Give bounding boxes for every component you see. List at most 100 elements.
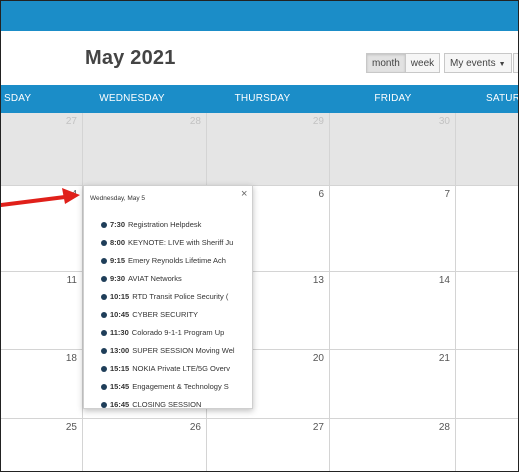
- event-item[interactable]: 9:30 AVIAT Networks: [101, 270, 252, 288]
- event-item[interactable]: 15:15 NOKIA Private LTE/5G Overv: [101, 360, 252, 378]
- day-cell[interactable]: 28: [330, 419, 456, 471]
- event-time: 13:00: [110, 346, 130, 355]
- day-cell[interactable]: 30: [330, 113, 456, 186]
- day-number: 30: [438, 116, 450, 127]
- top-bar: [1, 1, 518, 31]
- day-cell[interactable]: 21: [330, 350, 456, 419]
- calendar-app: May 2021 month week My events ▼ SDAY WEDN…: [0, 0, 519, 472]
- event-title: AVIAT Networks: [128, 274, 182, 283]
- event-dot-icon: [101, 239, 107, 246]
- event-item[interactable]: 10:15 RTD Transit Police Security (: [101, 288, 252, 306]
- week-row: 11 13 14: [1, 272, 518, 350]
- day-number: 27: [312, 422, 324, 433]
- day-number: 11: [66, 275, 77, 286]
- event-time: 15:45: [110, 382, 130, 391]
- day-cell[interactable]: 28: [83, 113, 207, 186]
- event-item[interactable]: 7:30 Registration Helpdesk: [101, 216, 252, 234]
- day-number: 7: [444, 189, 450, 200]
- event-dot-icon: [101, 329, 107, 336]
- week-view-button[interactable]: week: [405, 53, 441, 73]
- event-dot-icon: [101, 401, 107, 408]
- weekday-wednesday: WEDNESDAY: [99, 93, 165, 104]
- day-number: 18: [65, 353, 77, 364]
- event-dot-icon: [101, 365, 107, 372]
- day-number: 29: [312, 116, 324, 127]
- event-dot-icon: [101, 257, 107, 264]
- event-item[interactable]: 16:45 CLOSING SESSION: [101, 396, 252, 409]
- event-list: 7:30 Registration Helpdesk 8:00 KEYNOTE: L…: [101, 216, 252, 409]
- event-title: Registration Helpdesk: [128, 220, 202, 229]
- day-number: 26: [189, 422, 201, 433]
- event-time: 15:15: [110, 364, 130, 373]
- event-dot-icon: [101, 383, 107, 390]
- event-title: CYBER SECURITY: [132, 310, 199, 319]
- day-cell[interactable]: 27: [1, 113, 83, 186]
- month-title: May 2021: [85, 47, 176, 69]
- day-number: 14: [438, 275, 450, 286]
- event-time: 16:45: [110, 400, 130, 409]
- caret-down-icon: ▼: [498, 61, 506, 68]
- weekday-header: SDAY WEDNESDAY THURSDAY FRIDAY SATUR: [1, 85, 518, 113]
- day-cell[interactable]: 11: [1, 272, 83, 350]
- day-number: 20: [312, 353, 324, 364]
- day-number: 27: [65, 116, 77, 127]
- event-time: 8:00: [110, 238, 126, 247]
- event-item[interactable]: 10:45 CYBER SECURITY: [101, 306, 252, 324]
- my-events-label: My events: [450, 58, 496, 69]
- my-events-dropdown[interactable]: My events ▼: [444, 53, 512, 73]
- day-cell[interactable]: [456, 350, 518, 419]
- day-events-popover: Wednesday, May 5 × 7:30 Registration Help…: [83, 185, 253, 409]
- red-arrow-icon: [1, 188, 80, 207]
- event-time: 11:30: [110, 328, 129, 337]
- event-item[interactable]: 11:30 Colorado 9-1-1 Program Up: [101, 324, 252, 342]
- day-number: 6: [318, 189, 324, 200]
- toolbar-button-partial[interactable]: [513, 53, 518, 73]
- week-row: 27 28 29 30: [1, 113, 518, 186]
- month-view-button[interactable]: month: [366, 53, 406, 73]
- event-dot-icon: [101, 311, 107, 318]
- weekday-thursday: THURSDAY: [234, 93, 291, 104]
- day-cell[interactable]: [456, 113, 518, 186]
- event-title: RTD Transit Police Security (: [132, 292, 229, 301]
- view-switcher: month week: [366, 53, 441, 73]
- close-icon[interactable]: ×: [241, 189, 247, 200]
- event-title: Engagement & Technology S: [132, 382, 229, 391]
- event-time: 10:45: [110, 310, 130, 319]
- weekday-saturday: SATUR: [486, 93, 519, 104]
- day-cell[interactable]: 7: [330, 186, 456, 272]
- event-item[interactable]: 8:00 KEYNOTE: LIVE with Sheriff Ju: [101, 234, 252, 252]
- day-number: 13: [312, 275, 324, 286]
- day-cell[interactable]: 27: [207, 419, 330, 471]
- event-item[interactable]: 15:45 Engagement & Technology S: [101, 378, 252, 396]
- arrow-shaft: [1, 195, 67, 207]
- day-cell[interactable]: 14: [330, 272, 456, 350]
- event-time: 9:30: [110, 274, 126, 283]
- day-cell[interactable]: 18: [1, 350, 83, 419]
- week-row: 18 20 21: [1, 350, 518, 419]
- day-cell[interactable]: [456, 186, 518, 272]
- day-cell[interactable]: 29: [207, 113, 330, 186]
- day-number: 21: [438, 353, 450, 364]
- day-cell[interactable]: 26: [83, 419, 207, 471]
- event-title: SUPER SESSION Moving Wel: [132, 346, 235, 355]
- day-cell[interactable]: [456, 272, 518, 350]
- week-row: 25 26 27 28: [1, 419, 518, 471]
- event-title: Colorado 9-1-1 Program Up: [131, 328, 225, 337]
- day-cell[interactable]: [456, 419, 518, 471]
- event-title: Emery Reynolds Lifetime Ach: [128, 256, 226, 265]
- day-number: 28: [438, 422, 450, 433]
- day-cell[interactable]: 25: [1, 419, 83, 471]
- day-number: 25: [65, 422, 77, 433]
- weekday-friday: FRIDAY: [374, 93, 412, 104]
- event-dot-icon: [101, 221, 107, 228]
- weekday-tuesday: SDAY: [4, 93, 32, 104]
- event-item[interactable]: 13:00 SUPER SESSION Moving Wel: [101, 342, 252, 360]
- event-title: CLOSING SESSION: [132, 400, 202, 409]
- event-time: 10:15: [110, 292, 130, 301]
- event-dot-icon: [101, 347, 107, 354]
- event-time: 9:15: [110, 256, 126, 265]
- event-item[interactable]: 9:15 Emery Reynolds Lifetime Ach: [101, 252, 252, 270]
- popover-date: Wednesday, May 5: [90, 195, 146, 202]
- event-dot-icon: [101, 275, 107, 282]
- event-time: 7:30: [110, 220, 126, 229]
